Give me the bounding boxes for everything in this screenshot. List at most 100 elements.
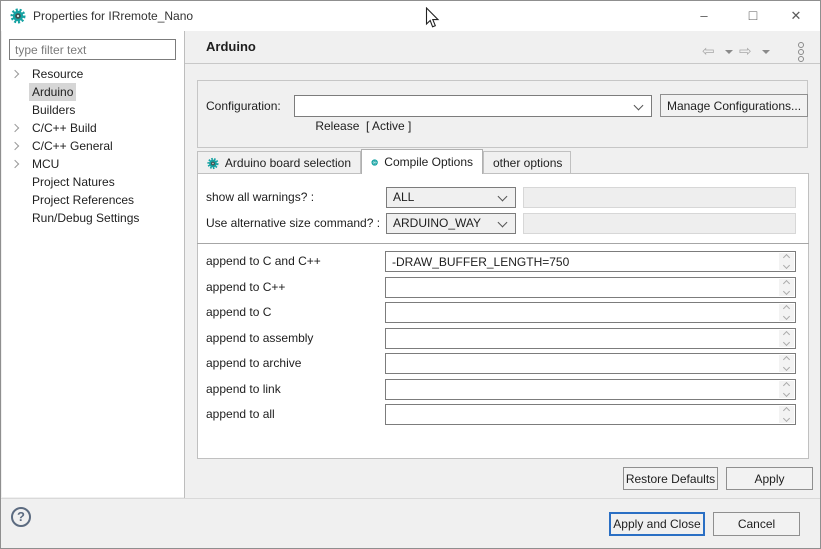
append-c-and-cpp-input[interactable]: [386, 252, 795, 271]
apply-button[interactable]: Apply: [726, 467, 813, 490]
apply-and-close-button[interactable]: Apply and Close: [609, 512, 705, 536]
field-scroll-buttons[interactable]: [779, 279, 794, 296]
append-c-and-cpp-label: append to C and C++: [206, 251, 321, 272]
scroll-up-icon: [783, 305, 790, 312]
alternative-size-command-select[interactable]: ARDUINO_WAY: [386, 213, 516, 234]
show-all-warnings-select[interactable]: ALL: [386, 187, 516, 208]
select-value: ARDUINO_WAY: [393, 216, 481, 230]
append-assembly-field-wrap: [385, 328, 796, 349]
scroll-up-icon: [783, 254, 790, 261]
forward-icon[interactable]: ⇨: [739, 41, 752, 63]
cancel-button[interactable]: Cancel: [713, 512, 800, 536]
close-button[interactable]: ✕: [779, 1, 813, 30]
tab-compile-options[interactable]: Compile Options: [361, 149, 483, 174]
field-scroll-buttons[interactable]: [779, 253, 794, 270]
help-icon[interactable]: ?: [11, 507, 31, 527]
sidebar-item-label: Arduino: [29, 83, 76, 101]
append-archive-label: append to archive: [206, 353, 301, 374]
sidebar-item-resource[interactable]: Resource: [1, 65, 184, 83]
append-c-and-cpp-field-wrap: [385, 251, 796, 272]
sidebar-item-project-natures[interactable]: Project Natures: [1, 173, 184, 191]
tab-label: Compile Options: [384, 155, 473, 169]
window-title: Properties for IRremote_Nano: [33, 1, 193, 31]
append-all-label: append to all: [206, 404, 275, 425]
app-gear-icon: [10, 8, 26, 24]
field-scroll-buttons[interactable]: [779, 330, 794, 347]
expand-chevron-icon[interactable]: [11, 142, 19, 150]
sidebar-item-label: Resource: [29, 65, 86, 83]
maximize-button[interactable]: □: [736, 1, 770, 30]
forward-menu-chevron-icon[interactable]: [762, 50, 770, 54]
scroll-down-icon: [783, 339, 790, 346]
append-assembly-input[interactable]: [386, 329, 795, 348]
title-bar[interactable]: Properties for IRremote_Nano – □ ✕: [1, 1, 820, 31]
sidebar-item-cpp-build[interactable]: C/C++ Build: [1, 119, 184, 137]
field-scroll-buttons[interactable]: [779, 406, 794, 423]
tab-arduino-board-selection[interactable]: Arduino board selection: [197, 151, 361, 174]
append-cpp-field-wrap: [385, 277, 796, 298]
scroll-up-icon: [783, 280, 790, 287]
configuration-label: Configuration:: [206, 95, 281, 117]
footer-divider: [1, 498, 820, 499]
sidebar-item-label: MCU: [29, 155, 62, 173]
append-assembly-label: append to assembly: [206, 328, 313, 349]
expand-chevron-icon[interactable]: [11, 124, 19, 132]
configuration-select[interactable]: Release [ Active ]: [294, 95, 652, 117]
chevron-down-icon: [498, 218, 508, 228]
append-link-input[interactable]: [386, 380, 795, 399]
sidebar-item-cpp-general[interactable]: C/C++ General: [1, 137, 184, 155]
field-scroll-buttons[interactable]: [779, 304, 794, 321]
sidebar-item-label: C/C++ General: [29, 137, 116, 155]
append-cpp-input[interactable]: [386, 278, 795, 297]
scroll-down-icon: [783, 364, 790, 371]
append-c-input[interactable]: [386, 303, 795, 322]
scroll-down-icon: [783, 288, 790, 295]
append-link-label: append to link: [206, 379, 281, 400]
page-title: Arduino: [206, 31, 256, 63]
sidebar-item-builders[interactable]: Builders: [1, 101, 184, 119]
append-archive-input[interactable]: [386, 354, 795, 373]
tab-other-options[interactable]: other options: [483, 151, 571, 174]
sidebar-item-label: C/C++ Build: [29, 119, 100, 137]
expand-chevron-icon[interactable]: [11, 160, 19, 168]
back-menu-chevron-icon[interactable]: [725, 50, 733, 54]
view-menu-icon[interactable]: [798, 42, 804, 63]
alternative-size-command-label: Use alternative size command? :: [206, 213, 380, 234]
gear-icon: [207, 157, 219, 170]
sidebar-item-label: Builders: [29, 101, 78, 119]
append-all-field-wrap: [385, 404, 796, 425]
chevron-down-icon: [634, 101, 644, 111]
sidebar-item-mcu[interactable]: MCU: [1, 155, 184, 173]
configuration-value: Release [ Active ]: [315, 119, 411, 133]
scroll-down-icon: [783, 390, 790, 397]
tab-label: Arduino board selection: [225, 156, 351, 170]
minimize-button[interactable]: –: [687, 1, 721, 30]
properties-dialog: Properties for IRremote_Nano – □ ✕ Resou…: [0, 0, 821, 549]
scroll-up-icon: [783, 331, 790, 338]
sidebar-item-run-debug-settings[interactable]: Run/Debug Settings: [1, 209, 184, 227]
append-cpp-label: append to C++: [206, 277, 285, 298]
sidebar-item-label: Project Natures: [29, 173, 118, 191]
field-scroll-buttons[interactable]: [779, 381, 794, 398]
panel-divider[interactable]: [184, 31, 185, 498]
section-divider: [197, 243, 809, 244]
append-link-field-wrap: [385, 379, 796, 400]
tab-label: other options: [493, 156, 562, 170]
append-c-label: append to C: [206, 302, 271, 323]
scroll-down-icon: [783, 415, 790, 422]
sidebar-item-project-references[interactable]: Project References: [1, 191, 184, 209]
manage-configurations-button[interactable]: Manage Configurations...: [660, 94, 808, 117]
show-all-warnings-extra-field: [523, 187, 796, 208]
filter-input[interactable]: [9, 39, 176, 60]
back-icon[interactable]: ⇦: [702, 41, 715, 63]
sidebar-item-label: Project References: [29, 191, 137, 209]
restore-defaults-button[interactable]: Restore Defaults: [623, 467, 718, 490]
scroll-up-icon: [783, 382, 790, 389]
sidebar-item-label: Run/Debug Settings: [29, 209, 142, 227]
sidebar-item-arduino[interactable]: Arduino: [1, 83, 184, 101]
scroll-down-icon: [783, 262, 790, 269]
show-all-warnings-label: show all warnings? :: [206, 187, 314, 208]
field-scroll-buttons[interactable]: [779, 355, 794, 372]
expand-chevron-icon[interactable]: [11, 70, 19, 78]
append-all-input[interactable]: [386, 405, 795, 424]
